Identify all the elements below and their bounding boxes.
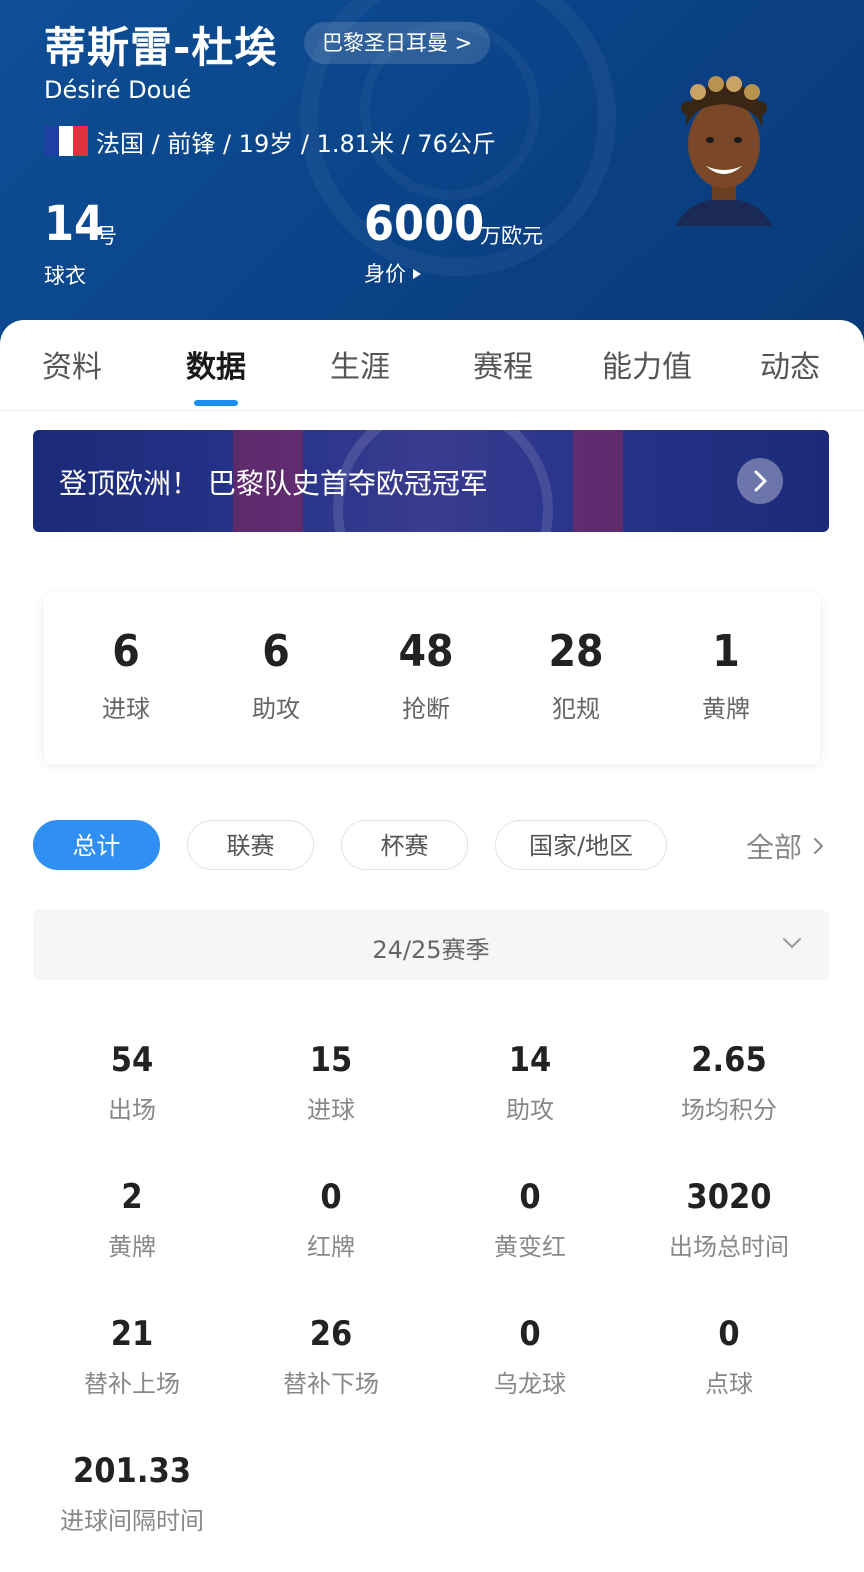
caret-right-icon <box>413 269 422 279</box>
stat-item: 0 黄变红 <box>430 1177 630 1262</box>
summary-label: 抢断 <box>402 695 450 723</box>
stat-item: 0 红牌 <box>231 1177 431 1262</box>
tab-data[interactable]: 数据 <box>156 342 276 386</box>
stat-value: 3020 <box>686 1177 772 1217</box>
club-link-button[interactable]: 巴黎圣日耳曼 > <box>304 22 491 64</box>
stat-item: 2 黄牌 <box>32 1177 232 1262</box>
summary-value: 28 <box>548 626 604 677</box>
stat-label: 助攻 <box>506 1096 554 1124</box>
stat-label: 场均积分 <box>681 1096 777 1124</box>
stat-value: 14 <box>508 1040 552 1080</box>
stat-item: 0 乌龙球 <box>430 1314 630 1399</box>
summary-label: 进球 <box>102 695 150 723</box>
summary-item: 48 抢断 <box>351 626 501 724</box>
market-value-link[interactable]: 身价 <box>364 258 423 288</box>
stat-value: 54 <box>110 1040 154 1080</box>
stat-label: 黄牌 <box>108 1233 156 1261</box>
chevron-right-icon <box>813 838 824 854</box>
stat-value: 0 <box>519 1314 541 1354</box>
stat-value: 15 <box>309 1040 353 1080</box>
stat-label: 出场总时间 <box>669 1233 789 1261</box>
stat-label: 黄变红 <box>494 1233 566 1261</box>
stat-value: 0 <box>718 1314 740 1354</box>
market-value-label: 身价 <box>364 262 406 286</box>
france-flag-icon <box>44 126 89 156</box>
player-header: 蒂斯雷-杜埃 巴黎圣日耳曼 > Désiré Doué 法国 / 前锋 / 19… <box>0 0 864 345</box>
chevron-down-icon <box>783 938 801 949</box>
filter-all-label: 全部 <box>746 831 803 864</box>
stat-item: 15 进球 <box>231 1040 431 1125</box>
season-label: 24/25赛季 <box>372 936 490 964</box>
tab-bar: 资料 数据 生涯 赛程 能力值 动态 <box>0 320 864 411</box>
stat-value: 21 <box>110 1314 154 1354</box>
stat-label: 乌龙球 <box>494 1370 566 1398</box>
summary-item: 1 黄牌 <box>651 626 801 724</box>
jersey-label: 球衣 <box>44 264 86 288</box>
stat-label: 进球 <box>307 1096 355 1124</box>
stat-value: 2 <box>121 1177 143 1217</box>
tab-ability[interactable]: 能力值 <box>587 342 707 386</box>
stat-value: 26 <box>309 1314 353 1354</box>
stat-item: 2.65 场均积分 <box>629 1040 829 1125</box>
stat-label: 点球 <box>705 1370 753 1398</box>
chevron-right-icon <box>754 470 767 492</box>
market-value-unit: 万欧元 <box>480 224 543 248</box>
stat-value: 201.33 <box>72 1451 192 1491</box>
tab-news[interactable]: 动态 <box>730 342 850 386</box>
summary-value: 48 <box>398 626 454 677</box>
summary-item: 6 进球 <box>51 626 201 724</box>
stat-item: 201.33 进球间隔时间 <box>32 1451 232 1536</box>
summary-value: 6 <box>112 626 140 677</box>
summary-item: 6 助攻 <box>201 626 351 724</box>
stat-item: 26 替补下场 <box>231 1314 431 1399</box>
stat-label: 替补上场 <box>84 1370 180 1398</box>
filter-all-link[interactable]: 全部 <box>746 826 827 866</box>
summary-label: 黄牌 <box>702 695 750 723</box>
banner-stripe <box>573 430 623 532</box>
season-select[interactable]: 24/25赛季 <box>33 910 829 980</box>
stat-label: 进球间隔时间 <box>60 1507 204 1535</box>
stat-item: 54 出场 <box>32 1040 232 1125</box>
filter-league[interactable]: 联赛 <box>187 820 314 870</box>
banner-text: 登顶欧洲！ 巴黎队史首夺欧冠冠军 <box>59 467 488 500</box>
filter-total[interactable]: 总计 <box>33 820 160 870</box>
summary-label: 犯规 <box>552 695 600 723</box>
stat-item: 3020 出场总时间 <box>629 1177 829 1262</box>
filter-national[interactable]: 国家/地区 <box>495 820 667 870</box>
player-name: 蒂斯雷-杜埃 <box>44 23 278 72</box>
stat-item: 0 点球 <box>629 1314 829 1399</box>
tab-career[interactable]: 生涯 <box>300 342 420 386</box>
summary-item: 28 犯规 <box>501 626 651 724</box>
stat-label: 替补下场 <box>283 1370 379 1398</box>
stat-label: 红牌 <box>307 1233 355 1261</box>
summary-card: 6 进球 6 助攻 48 抢断 28 犯规 1 黄牌 <box>44 592 820 764</box>
summary-value: 1 <box>712 626 740 677</box>
player-avatar <box>676 76 772 226</box>
filter-cup[interactable]: 杯赛 <box>341 820 468 870</box>
promo-banner[interactable]: 登顶欧洲！ 巴黎队史首夺欧冠冠军 <box>33 430 829 532</box>
player-meta: 法国 / 前锋 / 19岁 / 1.81米 / 76公斤 <box>96 130 496 158</box>
stat-label: 出场 <box>108 1096 156 1124</box>
player-name-latin: Désiré Doué <box>44 76 192 104</box>
jersey-unit: 号 <box>96 224 117 248</box>
banner-arrow-button[interactable] <box>737 458 783 504</box>
tab-schedule[interactable]: 赛程 <box>443 342 563 386</box>
tab-profile[interactable]: 资料 <box>12 342 132 386</box>
summary-value: 6 <box>262 626 290 677</box>
stat-item: 21 替补上场 <box>32 1314 232 1399</box>
stat-value: 0 <box>519 1177 541 1217</box>
stat-value: 0 <box>320 1177 342 1217</box>
stat-value: 2.65 <box>691 1040 767 1080</box>
summary-label: 助攻 <box>252 695 300 723</box>
active-tab-indicator <box>194 400 238 406</box>
market-value: 6000 <box>364 196 485 252</box>
stat-item: 14 助攻 <box>430 1040 630 1125</box>
